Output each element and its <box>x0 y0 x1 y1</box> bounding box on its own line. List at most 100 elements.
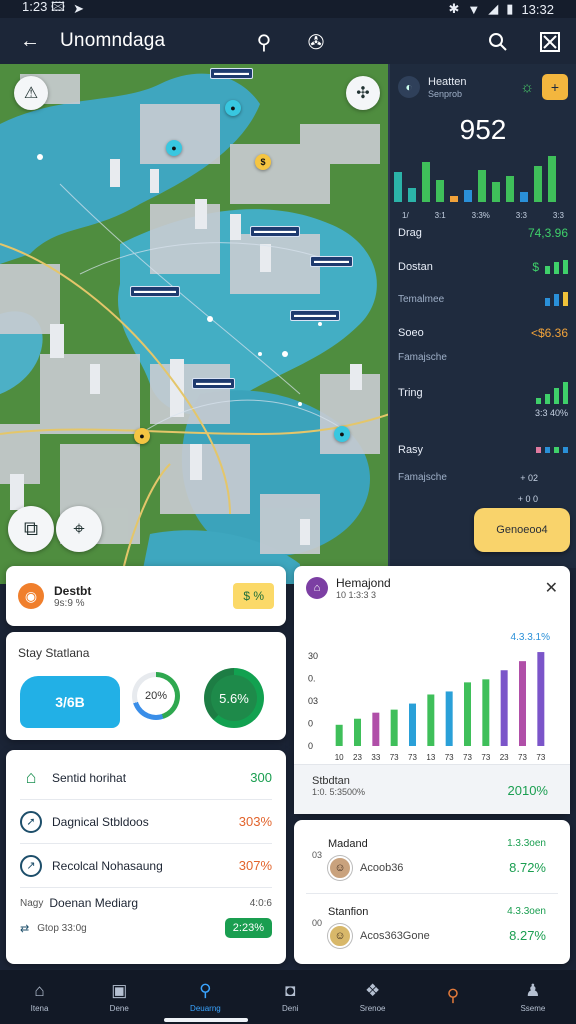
person-row[interactable]: Stanfion 00 ☺ Acos363Gone 4.3.3oen 8.27% <box>306 894 558 962</box>
list-item[interactable]: Nagy Doenan Mediarg 4:0:6 ⇄ Gtop 33:0g 2… <box>20 888 272 950</box>
status-card-title: Destbt <box>54 583 92 598</box>
bug-icon[interactable]: ✇ <box>302 28 330 56</box>
chart-bar[interactable] <box>372 712 380 746</box>
person-value: 8.27% <box>509 928 546 943</box>
pin-icon[interactable]: ⚲ <box>250 28 278 56</box>
location-pin-icon[interactable]: $ <box>255 154 271 170</box>
triangle-tool-icon[interactable]: ⚠ <box>14 76 48 110</box>
close-icon[interactable]: ✕ <box>545 578 558 598</box>
stats-summary-card: Stay Statlana 3/6B 20% 5.6% <box>6 632 286 740</box>
panel-row[interactable]: Temalmee <box>398 292 568 306</box>
layers-icon[interactable]: ⧉ <box>8 506 54 552</box>
x-tick-label: 73 <box>445 753 454 762</box>
panel-row[interactable]: Dostan $ <box>398 260 568 274</box>
compass-icon[interactable]: ✣ <box>346 76 380 110</box>
nav-item-profile[interactable]: ♟ Sseme <box>520 981 545 1013</box>
nav-item-gallery[interactable]: ▣ Dene <box>110 981 129 1013</box>
location-pin-icon[interactable]: ● <box>225 100 241 116</box>
person-prefix: 00 <box>312 918 323 928</box>
progress-ring-value: 20% <box>137 677 175 715</box>
panel-bar-chart <box>394 156 556 202</box>
chart-bar[interactable] <box>445 691 453 746</box>
location-pin-icon[interactable]: ● <box>166 140 182 156</box>
panel-subtitle: Senprob <box>428 88 463 99</box>
bottom-navigation: ⌂ Itena ▣ Dene ⚲ Deuarng ◘ Deni ❖ Srenoe ⚲ ♟ S… <box>0 970 576 1024</box>
search-icon[interactable] <box>484 28 512 56</box>
list-item-prefix: Nagy <box>20 897 44 909</box>
chart-bar[interactable] <box>409 703 416 746</box>
user-avatar-icon[interactable]: ◐ <box>398 76 420 98</box>
y-tick-label: 0. <box>308 674 316 684</box>
x-tick-label: 73 <box>463 753 472 762</box>
swap-icon: ⇄ <box>20 922 30 935</box>
route-icon: ↗ <box>20 854 42 877</box>
layers-icon: ❖ <box>364 981 381 1000</box>
percent-badge[interactable]: 2:23% <box>224 918 272 938</box>
x-tick-label: 73 <box>481 753 490 762</box>
x-tick-label: 23 <box>353 753 362 762</box>
map-label[interactable]: ▬▬▬▬▬▬ <box>250 226 300 237</box>
map-label[interactable]: ▬▬▬▬▬▬ <box>130 286 180 297</box>
nav-label: Itena <box>30 1004 49 1013</box>
tag-icon: ⌂ <box>306 577 328 599</box>
signal-icon: ◢ <box>488 1 499 16</box>
add-button[interactable]: + <box>542 74 568 100</box>
map-label[interactable]: ▬▬▬▬▬ <box>192 378 235 389</box>
panel-row[interactable]: Tring <box>398 382 568 404</box>
location-pin-icon[interactable]: ● <box>334 426 350 442</box>
people-card: Madand 03 ☺ Acoob36 1.3.3oen 8.72% Stanf… <box>294 820 570 964</box>
map-label[interactable]: ▬▬▬▬▬ <box>310 256 353 267</box>
generate-button[interactable]: Genoeoo4 <box>474 508 570 552</box>
person-value: 8.72% <box>509 860 546 875</box>
panel-big-number: 952 <box>459 114 507 145</box>
map-label[interactable]: ▬▬▬▬▬ <box>210 68 253 79</box>
list-item[interactable]: ⌂ Sentid horihat 300 <box>20 756 272 800</box>
chart-bar[interactable] <box>427 694 435 746</box>
city-map[interactable]: ▬▬▬▬▬ ▬▬▬▬▬▬ ▬▬▬▬▬ ▬▬▬▬▬▬ ▬▬▬▬▬ ▬▬▬▬▬▬ ●… <box>0 64 390 584</box>
gauge-icon[interactable]: ☼ <box>520 79 534 96</box>
home-icon: ⌂ <box>25 767 37 787</box>
list-item-label: Recolcal Nohasaung <box>52 858 163 873</box>
person-row[interactable]: Madand 03 ☺ Acoob36 1.3.3oen 8.72% <box>306 826 558 894</box>
mini-bars <box>545 292 568 306</box>
chart-bar[interactable] <box>519 661 526 746</box>
status-badge[interactable]: $ % <box>233 583 274 609</box>
panel-row[interactable]: Rasy <box>398 444 568 456</box>
panel-row[interactable]: Soeo <$6.36 <box>398 326 568 340</box>
avatar[interactable]: ☺ <box>328 856 352 880</box>
x-tick-label: 10 <box>335 753 344 762</box>
nav-item-tile[interactable]: ◘ Deni <box>282 981 298 1013</box>
chart-bar[interactable] <box>464 682 471 746</box>
close-icon[interactable] <box>536 28 564 56</box>
panel-row: 3:3 40% <box>398 408 568 418</box>
nav-item-layers[interactable]: ❖ Srenoe <box>360 981 386 1013</box>
chart-bar[interactable] <box>354 718 361 746</box>
tile-icon: ◘ <box>285 981 296 1000</box>
avatar[interactable]: ☺ <box>328 924 352 948</box>
map-label[interactable]: ▬▬▬▬▬▬ <box>290 310 340 321</box>
person-subtitle: Acos363Gone <box>360 930 430 942</box>
list-item[interactable]: ➚ Dagnical Stbldoos 303% <box>20 800 272 844</box>
nav-item-search[interactable]: ⚲ Deuarng <box>190 981 221 1013</box>
mini-bars <box>545 260 568 274</box>
status-card[interactable]: ◉ Destbt 9s:9 % $ % <box>6 566 286 626</box>
chart-bar[interactable] <box>482 679 490 746</box>
list-item[interactable]: ↗ Recolcal Nohasaung 307% <box>20 844 272 888</box>
location-pin-icon[interactable]: ● <box>134 428 150 444</box>
crop-icon[interactable]: ⌖ <box>56 506 102 552</box>
chart-bar[interactable] <box>335 724 343 746</box>
row-value: + 02 <box>520 472 538 483</box>
chart-card-title: Hemajond <box>336 576 391 590</box>
panel-row[interactable]: Drag 74,3.96 <box>398 226 568 240</box>
chart-bar[interactable] <box>537 652 545 746</box>
nav-item-magnify[interactable]: ⚲ <box>447 986 459 1009</box>
panel-chart-ticks: 1/ 3:1 3:3% 3:3 3:3 <box>390 207 576 220</box>
back-arrow-icon[interactable]: ← <box>16 27 44 55</box>
chart-bar[interactable] <box>390 709 398 746</box>
row-label: Tring <box>398 387 423 399</box>
panel-row: Famajsche + 02 <box>398 472 568 483</box>
list-item-label: Doenan Mediarg <box>49 896 139 910</box>
chart-bar[interactable] <box>500 670 508 746</box>
nav-item-home[interactable]: ⌂ Itena <box>31 981 49 1013</box>
tick-label: 3:1 <box>434 211 446 220</box>
